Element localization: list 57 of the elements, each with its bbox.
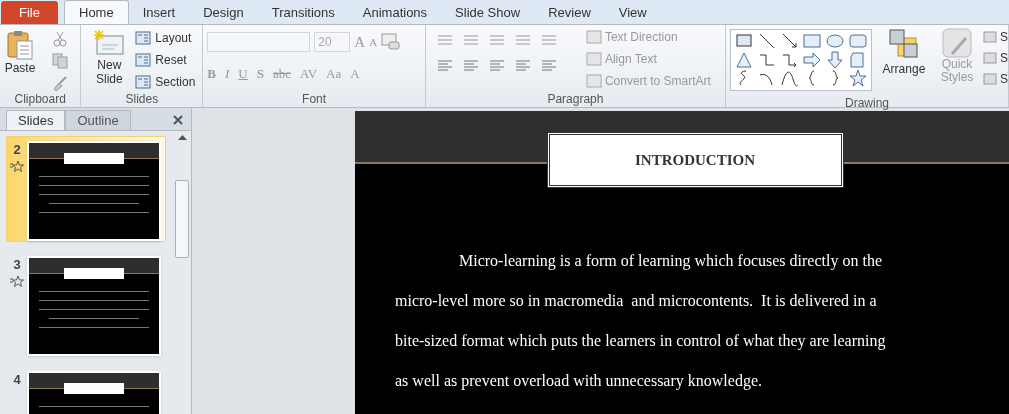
slide-body-text: Micro-learning is a form of learning which focuses directly on the micro-level more so in macromedia and microcontents. It is delivered in a bite-sized format which puts the learners in control of what they are learning as well as prevent overload with unnecessary knowledge. xyxy=(395,251,887,392)
quick-styles-icon xyxy=(941,28,972,58)
ribbon-tab[interactable]: Insert xyxy=(128,1,190,24)
scissors-icon[interactable] xyxy=(52,31,68,47)
slides-command[interactable]: Section xyxy=(135,72,196,91)
brush-icon[interactable] xyxy=(52,75,68,91)
paste-button[interactable]: Paste xyxy=(0,25,40,91)
clipboard-icon xyxy=(6,29,34,61)
slide-number: 4 xyxy=(13,371,21,389)
slide-number: 3 xyxy=(13,256,21,274)
group-label: Paragraph xyxy=(546,91,605,107)
pane-tab[interactable]: Outline xyxy=(65,110,131,130)
ribbon-tab[interactable]: Slide Show xyxy=(441,1,535,24)
ribbon-tab[interactable]: Animations xyxy=(348,1,442,24)
copy-icon[interactable] xyxy=(52,53,68,69)
new-slide-button[interactable]: New Slide xyxy=(87,25,132,91)
close-icon[interactable] xyxy=(173,115,183,125)
pane-tab[interactable]: Slides xyxy=(6,110,66,130)
slide-number: 2 xyxy=(13,141,21,159)
right-arrow-icon[interactable] xyxy=(803,50,822,69)
shape-command[interactable]: S xyxy=(981,29,1008,45)
align-left-icon[interactable] xyxy=(435,59,454,73)
arrange-icon xyxy=(887,28,920,60)
slide-title: INTRODUCTION xyxy=(546,132,844,188)
rounded-rectangle-icon[interactable] xyxy=(848,32,867,50)
group-label: Slides xyxy=(124,91,160,107)
slide-thumbnail[interactable]: 2 xyxy=(6,136,166,242)
ribbon-tab[interactable]: Home xyxy=(64,0,129,24)
shapes-gallery[interactable] xyxy=(729,29,872,91)
ribbon-tab[interactable]: Design xyxy=(189,1,258,24)
oval-icon[interactable] xyxy=(825,32,844,50)
new-slide-icon xyxy=(93,28,126,58)
group-label: Font xyxy=(301,91,328,107)
ribbon-tab[interactable]: Review xyxy=(534,1,605,24)
animation-star-icon[interactable] xyxy=(10,159,24,172)
layout-icon xyxy=(135,74,152,89)
shape-command[interactable]: S xyxy=(981,50,1008,66)
shape-icon[interactable] xyxy=(848,50,867,69)
curve-icon[interactable] xyxy=(780,69,799,88)
star-icon[interactable] xyxy=(848,69,867,88)
slide-thumbnail[interactable]: 3 xyxy=(6,251,166,357)
file-tab[interactable]: File xyxy=(1,1,58,24)
layout-icon xyxy=(135,30,152,45)
group-label: Drawing xyxy=(843,95,890,111)
animation-star-icon[interactable] xyxy=(10,274,24,287)
slides-command[interactable]: Reset xyxy=(135,50,196,69)
ribbon-tab[interactable]: Transitions xyxy=(257,1,349,24)
down-arrow-icon[interactable] xyxy=(825,50,844,69)
line-icon[interactable] xyxy=(757,32,776,50)
group-label: Clipboard xyxy=(13,91,67,107)
arrange-button[interactable]: Arrange xyxy=(875,25,932,95)
slide-thumbnail[interactable]: 4 xyxy=(6,366,166,414)
slides-command[interactable]: Layout xyxy=(135,28,196,47)
layout-icon xyxy=(135,52,152,67)
arrow-line-icon[interactable] xyxy=(780,32,799,50)
shape-command[interactable]: S xyxy=(981,71,1008,87)
ribbon-tab[interactable]: View xyxy=(604,1,661,24)
